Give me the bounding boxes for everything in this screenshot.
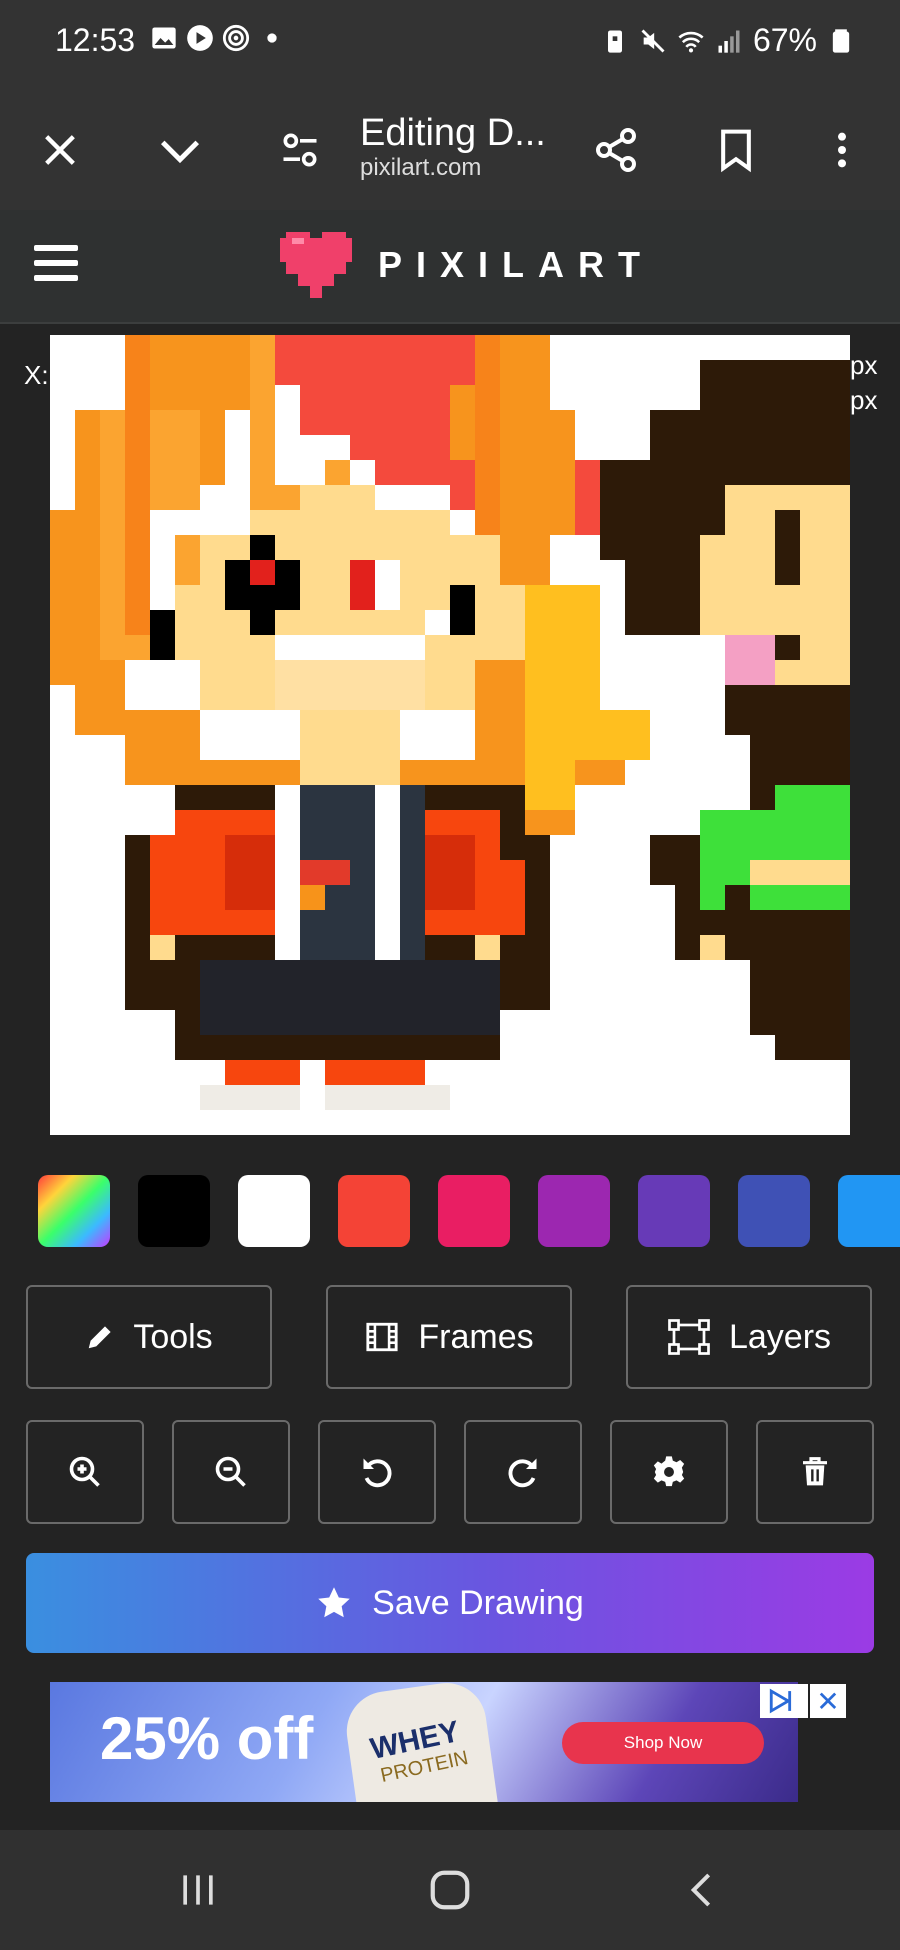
zoom-out-button[interactable] <box>172 1420 290 1524</box>
coordinate-x-label: X: <box>24 360 49 390</box>
advertisement-banner[interactable]: 25% off WHEY PROTEIN Shop Now <box>50 1682 798 1802</box>
browser-toolbar: Editing D... pixilart.com <box>0 90 900 210</box>
system-nav-bar <box>0 1830 900 1950</box>
dot-icon <box>267 33 277 43</box>
pencil-icon <box>89 1326 111 1349</box>
color-swatch-white[interactable] <box>238 1175 310 1247</box>
settings-button[interactable] <box>610 1420 728 1524</box>
color-swatch-purple[interactable] <box>538 1175 610 1247</box>
rainbow-swatch[interactable] <box>38 1175 110 1247</box>
coordinate-readout-2: px <box>850 385 878 415</box>
trash-icon <box>803 1457 827 1486</box>
layers-label: Layers <box>728 1317 832 1356</box>
color-swatch-blue[interactable] <box>838 1175 900 1247</box>
gear-icon <box>653 1456 685 1487</box>
zoom-in-icon <box>69 1456 100 1487</box>
more-button[interactable] <box>806 114 878 186</box>
close-icon <box>45 135 75 165</box>
wifi-icon <box>678 31 704 52</box>
color-swatch-deep-purple[interactable] <box>638 1175 710 1247</box>
save-drawing-button[interactable]: Save Drawing <box>26 1553 874 1653</box>
ad-discount: 25% off <box>100 1705 314 1772</box>
home-icon <box>430 1870 470 1910</box>
tools-button[interactable]: Tools <box>26 1285 272 1389</box>
signal-icon <box>718 30 740 53</box>
film-icon <box>366 1322 398 1352</box>
battery-icon <box>832 28 850 53</box>
undo-icon <box>363 1458 392 1488</box>
tune-icon <box>283 133 317 167</box>
youtube-icon <box>187 25 213 51</box>
status-left-icons <box>150 24 286 52</box>
pixilart-logo[interactable]: PIXILART <box>280 232 654 298</box>
gallery-icon <box>152 27 176 49</box>
layers-icon <box>668 1319 710 1355</box>
status-right-icons: 67% <box>601 22 855 59</box>
recents-icon <box>183 1875 213 1905</box>
back-icon <box>690 1873 711 1907</box>
layers-button[interactable]: Layers <box>626 1285 872 1389</box>
zoom-in-button[interactable] <box>26 1420 144 1524</box>
page-url: pixilart.com <box>360 154 482 181</box>
frames-button[interactable]: Frames <box>326 1285 572 1389</box>
menu-icon[interactable] <box>34 245 78 285</box>
redo-icon <box>508 1458 537 1488</box>
ad-shop-now-button[interactable]: Shop Now <box>562 1722 764 1764</box>
close-tab-button[interactable] <box>24 114 96 186</box>
color-swatch-black[interactable] <box>138 1175 210 1247</box>
share-icon <box>596 128 636 172</box>
podcast-icon <box>222 24 250 52</box>
chevron-down-icon <box>160 140 200 164</box>
drawing-canvas[interactable] <box>50 335 850 1135</box>
color-swatch-pink[interactable] <box>438 1175 510 1247</box>
logo-text: PIXILART <box>378 244 655 285</box>
save-drawing-label: Save Drawing <box>372 1583 584 1622</box>
ad-choices-icon[interactable] <box>760 1684 808 1718</box>
battery-percent: 67% <box>752 22 817 58</box>
zoom-out-icon <box>215 1456 246 1487</box>
ad-close-button[interactable]: ✕ <box>810 1684 846 1718</box>
star-icon <box>318 1587 350 1618</box>
pixel-art <box>50 335 850 1110</box>
bookmark-icon <box>721 129 751 173</box>
undo-button[interactable] <box>318 1420 436 1524</box>
site-settings-button[interactable] <box>264 114 336 186</box>
delete-button[interactable] <box>756 1420 874 1524</box>
status-bar: 12:53 67% <box>0 0 900 90</box>
coordinate-readout-1: px <box>850 350 878 380</box>
more-icon <box>838 132 846 168</box>
bookmark-button[interactable] <box>700 114 772 186</box>
minimize-button[interactable] <box>144 114 216 186</box>
app-header: PIXILART <box>0 210 900 324</box>
battery-saver-icon <box>607 30 622 53</box>
back-button[interactable] <box>662 1860 742 1920</box>
redo-button[interactable] <box>464 1420 582 1524</box>
recents-button[interactable] <box>158 1860 238 1920</box>
home-button[interactable] <box>410 1860 490 1920</box>
color-palette <box>0 1175 900 1255</box>
mute-icon <box>641 29 665 52</box>
color-swatch-red[interactable] <box>338 1175 410 1247</box>
tools-label: Tools <box>133 1317 213 1356</box>
page-title: Editing D... <box>360 112 546 154</box>
heart-icon <box>280 232 352 298</box>
status-time: 12:53 <box>55 22 136 58</box>
share-button[interactable] <box>580 114 652 186</box>
color-swatch-indigo[interactable] <box>738 1175 810 1247</box>
frames-label: Frames <box>418 1317 534 1356</box>
